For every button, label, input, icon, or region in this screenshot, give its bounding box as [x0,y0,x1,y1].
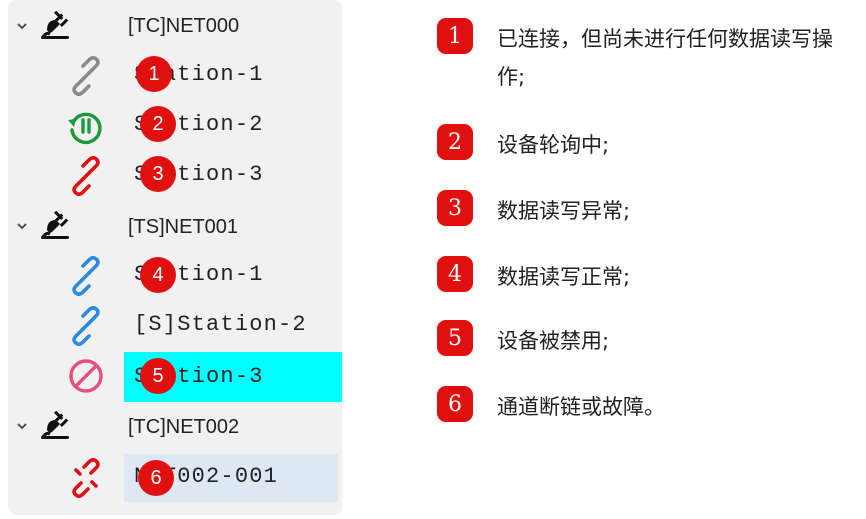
legend-text: 设备轮询中; [497,133,610,157]
tree-node-station[interactable]: Station-1 1 [8,52,342,102]
tree-node-station[interactable]: Station-1 4 [8,252,342,302]
tree-node-station[interactable]: Station-2 2 [8,102,342,152]
legend-text: 已连接，但尚未进行任何数据读写操作; [497,27,833,89]
plug-icon [38,208,72,242]
channel-label: [TC]NET002 [128,416,240,438]
legend-text: 设备被禁用; [497,329,610,353]
link-icon [66,55,106,97]
station-label: Station-2 [177,312,307,337]
callout-marker: 1 [136,56,172,92]
station-prefix: [S] [134,312,178,337]
callout-marker: 5 [140,358,176,394]
plug-icon [38,408,72,442]
legend-badge: 1 [437,18,473,54]
tree-node-station[interactable]: Station-3 3 [8,152,342,202]
channel-label: [TS]NET001 [128,216,239,238]
tree-node-station-selected[interactable]: Station-3 5 [8,352,342,402]
legend-badge: 4 [437,256,473,292]
legend-text: 数据读写异常; [497,199,631,223]
callout-marker: 4 [140,257,176,293]
legend-badge: 6 [437,386,473,422]
tree-node-net000[interactable]: [TC]NET000 [8,2,342,52]
legend-badge: 2 [437,124,473,160]
tree-node-net002[interactable]: [TC]NET002 [8,402,342,452]
legend-text: 通道断链或故障。 [497,395,665,419]
polling-icon [66,106,106,146]
tree-node-station[interactable]: NET002-001 6 [8,452,342,502]
device-tree: [TC]NET000 Station-1 1 Station-2 2 Stati… [8,0,342,515]
callout-marker: 6 [138,460,174,496]
tree-node-net001[interactable]: [TS]NET001 [8,202,342,252]
chevron-down-icon[interactable] [14,418,30,434]
link-icon [66,155,106,197]
chevron-down-icon[interactable] [14,18,30,34]
channel-label: [TC]NET000 [128,15,240,37]
link-icon [66,255,106,297]
disabled-icon [66,356,106,396]
chevron-down-icon[interactable] [14,218,30,234]
legend-badge: 5 [437,320,473,356]
link-icon [66,305,106,347]
plug-icon [38,8,72,42]
callout-marker: 3 [140,156,176,192]
legend-badge: 3 [437,190,473,226]
tree-node-station[interactable]: [S]Station-2 [8,302,342,352]
callout-marker: 2 [140,106,176,142]
legend-text: 数据读写正常; [497,265,631,289]
broken-link-icon [66,457,106,499]
